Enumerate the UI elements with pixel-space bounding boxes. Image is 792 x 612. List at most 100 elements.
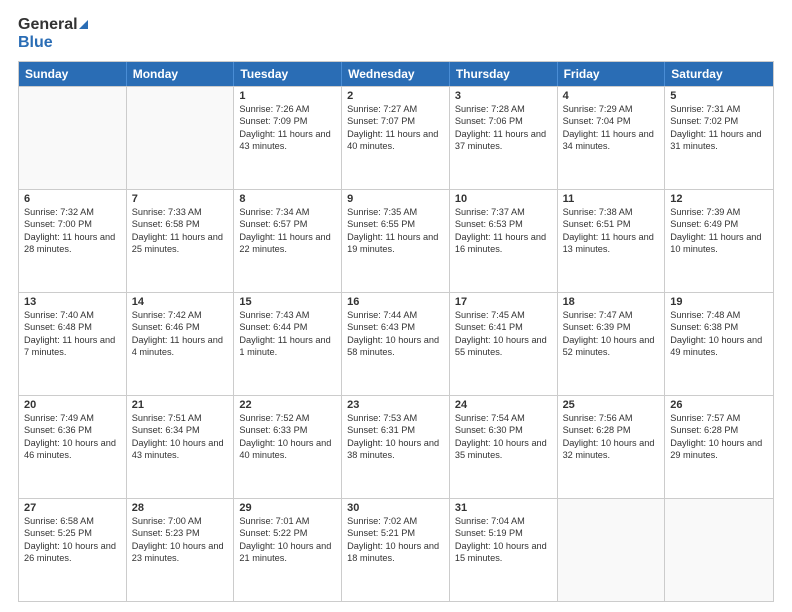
- sunset-text: Sunset: 6:55 PM: [347, 218, 444, 230]
- calendar-cell: 7Sunrise: 7:33 AMSunset: 6:58 PMDaylight…: [127, 190, 235, 292]
- day-number: 12: [670, 193, 768, 205]
- sunrise-text: Sunrise: 7:38 AM: [563, 206, 660, 218]
- calendar-cell: 10Sunrise: 7:37 AMSunset: 6:53 PMDayligh…: [450, 190, 558, 292]
- calendar-cell: 1Sunrise: 7:26 AMSunset: 7:09 PMDaylight…: [234, 87, 342, 189]
- daylight-text: Daylight: 11 hours and 31 minutes.: [670, 128, 768, 153]
- daylight-text: Daylight: 11 hours and 25 minutes.: [132, 231, 229, 256]
- calendar-cell: 24Sunrise: 7:54 AMSunset: 6:30 PMDayligh…: [450, 396, 558, 498]
- daylight-text: Daylight: 11 hours and 34 minutes.: [563, 128, 660, 153]
- sunset-text: Sunset: 6:49 PM: [670, 218, 768, 230]
- calendar-week-row: 13Sunrise: 7:40 AMSunset: 6:48 PMDayligh…: [19, 292, 773, 395]
- sunrise-text: Sunrise: 7:35 AM: [347, 206, 444, 218]
- sunrise-text: Sunrise: 7:28 AM: [455, 103, 552, 115]
- sunset-text: Sunset: 6:38 PM: [670, 321, 768, 333]
- day-number: 26: [670, 399, 768, 411]
- daylight-text: Daylight: 11 hours and 28 minutes.: [24, 231, 121, 256]
- sunrise-text: Sunrise: 7:40 AM: [24, 309, 121, 321]
- sunset-text: Sunset: 6:43 PM: [347, 321, 444, 333]
- sunrise-text: Sunrise: 7:32 AM: [24, 206, 121, 218]
- sunrise-text: Sunrise: 7:47 AM: [563, 309, 660, 321]
- calendar-cell: 28Sunrise: 7:00 AMSunset: 5:23 PMDayligh…: [127, 499, 235, 601]
- calendar-cell: 26Sunrise: 7:57 AMSunset: 6:28 PMDayligh…: [665, 396, 773, 498]
- sunset-text: Sunset: 7:04 PM: [563, 115, 660, 127]
- sunrise-text: Sunrise: 7:57 AM: [670, 412, 768, 424]
- day-number: 20: [24, 399, 121, 411]
- sunrise-text: Sunrise: 7:48 AM: [670, 309, 768, 321]
- calendar-week-row: 1Sunrise: 7:26 AMSunset: 7:09 PM Daylight…: [19, 86, 773, 189]
- calendar-cell: 30Sunrise: 7:02 AMSunset: 5:21 PMDayligh…: [342, 499, 450, 601]
- calendar-cell: 9Sunrise: 7:35 AMSunset: 6:55 PMDaylight…: [342, 190, 450, 292]
- sunrise-text: Sunrise: 7:31 AM: [670, 103, 768, 115]
- daylight-text: Daylight: 10 hours and 26 minutes.: [24, 540, 121, 565]
- weekday-header: Saturday: [665, 62, 773, 86]
- day-number: 9: [347, 193, 444, 205]
- sunset-text: Sunset: 5:23 PM: [132, 527, 229, 539]
- sunrise-text: Sunrise: 7:51 AM: [132, 412, 229, 424]
- sunrise-text: Sunrise: 7:42 AM: [132, 309, 229, 321]
- calendar-cell: [665, 499, 773, 601]
- weekday-header: Friday: [558, 62, 666, 86]
- sunset-text: Sunset: 7:02 PM: [670, 115, 768, 127]
- sunset-text: Sunset: 5:19 PM: [455, 527, 552, 539]
- calendar-cell: 21Sunrise: 7:51 AMSunset: 6:34 PMDayligh…: [127, 396, 235, 498]
- weekday-header: Thursday: [450, 62, 558, 86]
- day-number: 11: [563, 193, 660, 205]
- weekday-header: Tuesday: [234, 62, 342, 86]
- calendar-week-row: 20Sunrise: 7:49 AMSunset: 6:36 PM Dayligh…: [19, 395, 773, 498]
- sunset-text: Sunset: 6:57 PM: [239, 218, 336, 230]
- sunrise-text: Sunrise: 7:53 AM: [347, 412, 444, 424]
- sunset-text: Sunset: 6:41 PM: [455, 321, 552, 333]
- sunset-text: Sunset: 6:33 PM: [239, 424, 336, 436]
- calendar-cell: 2Sunrise: 7:27 AMSunset: 7:07 PMDaylight…: [342, 87, 450, 189]
- sunrise-text: Sunrise: 7:49 AM: [24, 412, 121, 424]
- sunrise-text: Sunrise: 7:45 AM: [455, 309, 552, 321]
- sunrise-text: Sunrise: 7:02 AM: [347, 515, 444, 527]
- sunrise-text: Sunrise: 7:27 AM: [347, 103, 444, 115]
- calendar-cell: [19, 87, 127, 189]
- calendar-cell: 13Sunrise: 7:40 AMSunset: 6:48 PMDayligh…: [19, 293, 127, 395]
- calendar-cell: 18Sunrise: 7:47 AMSunset: 6:39 PMDayligh…: [558, 293, 666, 395]
- day-number: 5: [670, 90, 768, 102]
- calendar-body: 1Sunrise: 7:26 AMSunset: 7:09 PM Daylight…: [19, 86, 773, 601]
- day-number: 1: [239, 90, 336, 102]
- day-number: 13: [24, 296, 121, 308]
- weekday-header: Wednesday: [342, 62, 450, 86]
- sunset-text: Sunset: 6:39 PM: [563, 321, 660, 333]
- sunrise-text: Sunrise: 7:43 AM: [239, 309, 336, 321]
- calendar-cell: 14Sunrise: 7:42 AMSunset: 6:46 PMDayligh…: [127, 293, 235, 395]
- daylight-text: Daylight: 11 hours and 7 minutes.: [24, 334, 121, 359]
- daylight-text: Daylight: 10 hours and 32 minutes.: [563, 437, 660, 462]
- calendar-cell: 17Sunrise: 7:45 AMSunset: 6:41 PMDayligh…: [450, 293, 558, 395]
- day-number: 4: [563, 90, 660, 102]
- sunrise-text: Sunrise: 7:26 AM: [239, 103, 336, 115]
- day-number: 7: [132, 193, 229, 205]
- daylight-text: Daylight: 10 hours and 23 minutes.: [132, 540, 229, 565]
- daylight-text: Daylight: 11 hours and 37 minutes.: [455, 128, 552, 153]
- daylight-text: Daylight: 11 hours and 10 minutes.: [670, 231, 768, 256]
- day-number: 8: [239, 193, 336, 205]
- calendar-cell: [558, 499, 666, 601]
- daylight-text: Daylight: 10 hours and 15 minutes.: [455, 540, 552, 565]
- sunset-text: Sunset: 6:44 PM: [239, 321, 336, 333]
- calendar-cell: 8Sunrise: 7:34 AMSunset: 6:57 PMDaylight…: [234, 190, 342, 292]
- day-number: 16: [347, 296, 444, 308]
- day-number: 10: [455, 193, 552, 205]
- sunrise-text: Sunrise: 7:56 AM: [563, 412, 660, 424]
- sunset-text: Sunset: 7:09 PM: [239, 115, 336, 127]
- day-number: 28: [132, 502, 229, 514]
- sunrise-text: Sunrise: 7:54 AM: [455, 412, 552, 424]
- sunset-text: Sunset: 6:51 PM: [563, 218, 660, 230]
- sunset-text: Sunset: 6:30 PM: [455, 424, 552, 436]
- sunset-text: Sunset: 6:36 PM: [24, 424, 121, 436]
- calendar-week-row: 27Sunrise: 6:58 AMSunset: 5:25 PMDayligh…: [19, 498, 773, 601]
- calendar-cell: 12Sunrise: 7:39 AMSunset: 6:49 PMDayligh…: [665, 190, 773, 292]
- daylight-text: Daylight: 10 hours and 52 minutes.: [563, 334, 660, 359]
- page-header: General Blue: [18, 16, 774, 53]
- sunrise-text: Sunrise: 7:00 AM: [132, 515, 229, 527]
- calendar-cell: 15Sunrise: 7:43 AMSunset: 6:44 PMDayligh…: [234, 293, 342, 395]
- day-number: 25: [563, 399, 660, 411]
- day-number: 3: [455, 90, 552, 102]
- calendar-cell: 23Sunrise: 7:53 AMSunset: 6:31 PMDayligh…: [342, 396, 450, 498]
- sunrise-text: Sunrise: 7:34 AM: [239, 206, 336, 218]
- daylight-text: Daylight: 11 hours and 40 minutes.: [347, 128, 444, 153]
